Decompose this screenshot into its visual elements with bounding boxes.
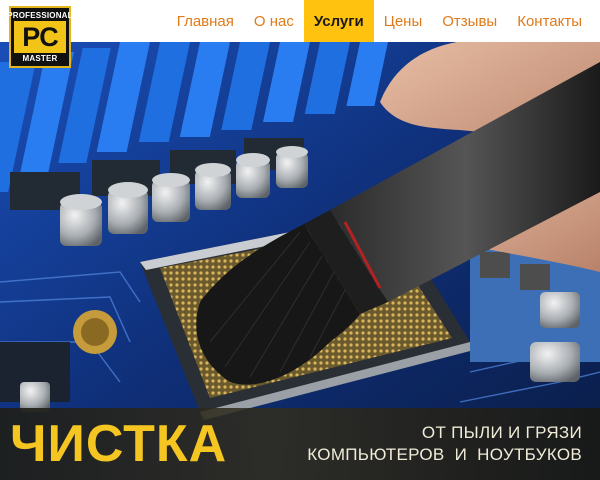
banner-subtitle-line1: ОТ ПЫЛИ И ГРЯЗИ — [421, 423, 582, 442]
nav-item-home[interactable]: Главная — [167, 0, 244, 42]
banner-subtitle-line2: КОМПЬЮТЕРОВ И НОУТБУКОВ — [307, 445, 582, 464]
logo-bottom-text: MASTER — [22, 54, 58, 63]
banner-title: ЧИСТКА — [10, 415, 228, 473]
nav-item-services[interactable]: Услуги — [303, 0, 374, 42]
nav-item-prices[interactable]: Цены — [374, 0, 433, 42]
site-header: Главная О нас Услуги Цены Отзывы Контакт… — [0, 0, 600, 42]
nav-item-reviews[interactable]: Отзывы — [432, 0, 507, 42]
main-nav: Главная О нас Услуги Цены Отзывы Контакт… — [167, 0, 592, 42]
service-banner: ЧИСТКА ОТ ПЫЛИ И ГРЯЗИ КОМПЬЮТЕРОВ И НОУ… — [0, 408, 600, 480]
site-logo[interactable]: PROFESSIONAL PC MASTER — [7, 6, 73, 68]
banner-subtitle: ОТ ПЫЛИ И ГРЯЗИ КОМПЬЮТЕРОВ И НОУТБУКОВ — [307, 422, 582, 466]
nav-item-contacts[interactable]: Контакты — [507, 0, 592, 42]
logo-main-text: PC — [14, 21, 66, 53]
nav-item-about[interactable]: О нас — [244, 0, 304, 42]
logo-top-text: PROFESSIONAL — [7, 11, 73, 20]
